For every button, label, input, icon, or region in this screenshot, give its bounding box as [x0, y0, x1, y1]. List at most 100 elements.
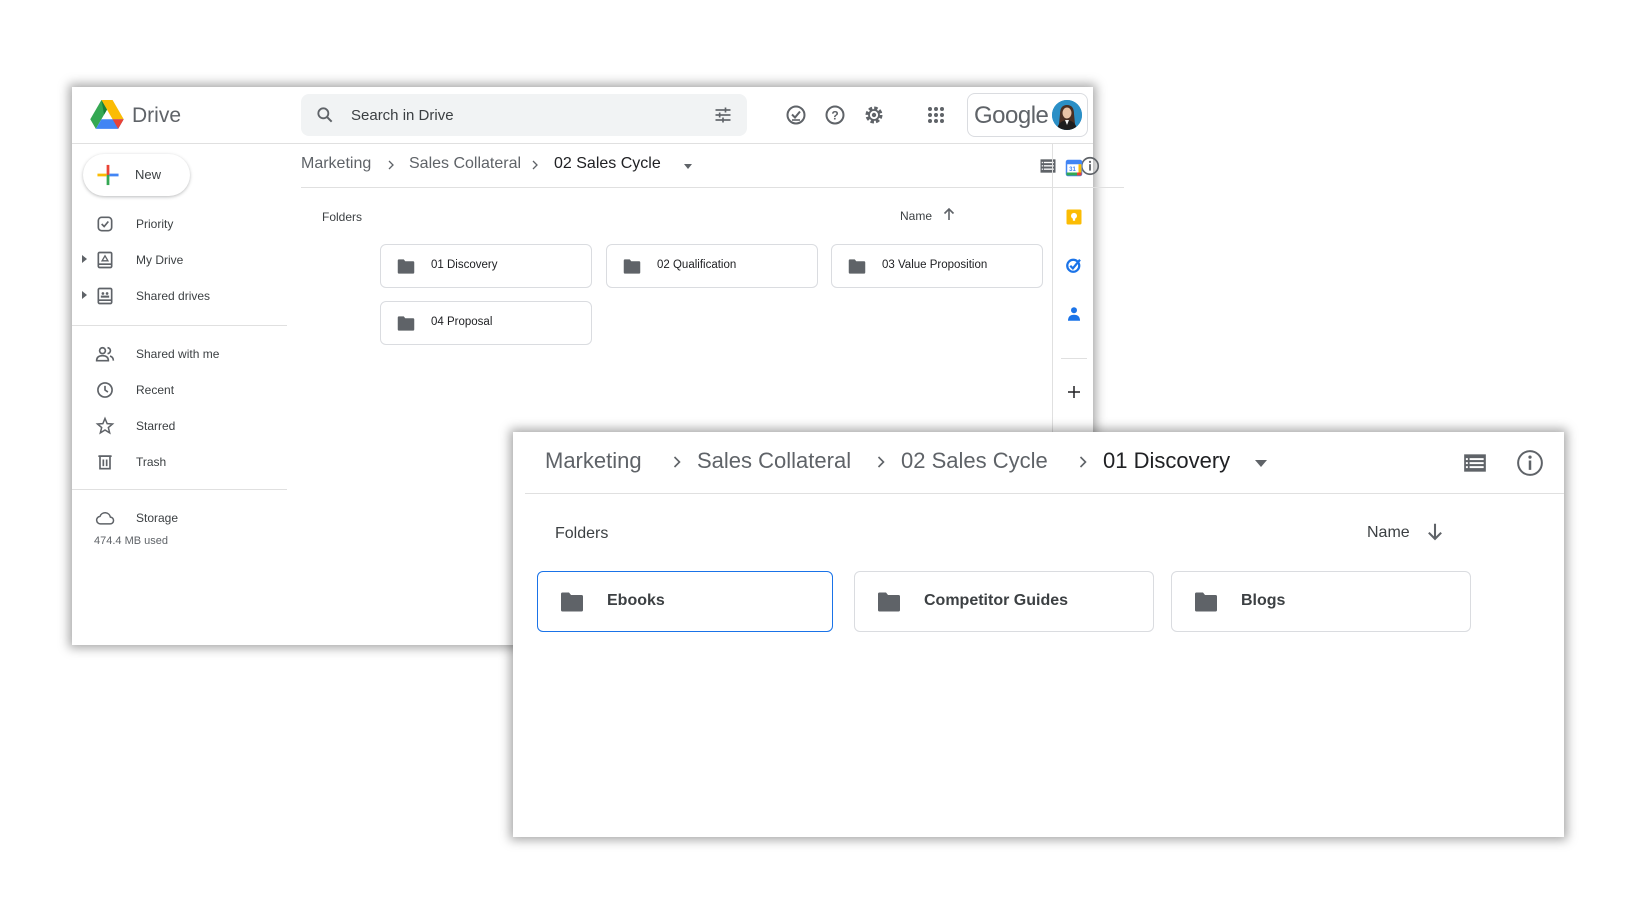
breadcrumb-item[interactable]: Marketing — [301, 155, 371, 173]
new-button[interactable]: New — [83, 154, 190, 196]
folder-name: 03 Value Proposition — [882, 259, 988, 271]
help-icon[interactable]: ? — [823, 103, 847, 127]
arrow-down-icon[interactable] — [1424, 521, 1446, 543]
breadcrumb-item[interactable]: Marketing — [545, 448, 642, 474]
sidebar-item-label: Storage — [136, 511, 179, 525]
section-label-folders: Folders — [555, 525, 609, 542]
avatar-image — [1052, 100, 1082, 130]
folder-icon — [623, 259, 641, 274]
keep-icon[interactable] — [1065, 208, 1083, 226]
apps-grid-icon[interactable] — [924, 103, 948, 127]
sort-by-name-button[interactable]: Name — [1367, 524, 1410, 542]
folder-card[interactable]: 02 Qualification — [606, 244, 818, 288]
cloud-icon — [95, 512, 115, 525]
star-icon — [95, 416, 115, 435]
side-panel-divider — [1061, 358, 1087, 359]
sidebar-item-label: Shared with me — [136, 347, 220, 361]
top-bar: Drive Search in Drive ? Google — [72, 87, 1093, 144]
sidebar-item-label: My Drive — [136, 253, 184, 267]
sidebar-item-label: Recent — [136, 383, 175, 397]
folder-menu-dropdown-icon[interactable] — [684, 164, 692, 169]
storage-used-text: 474.4 MB used — [94, 535, 168, 547]
info-icon[interactable] — [1515, 448, 1545, 478]
sidebar-item-label: Trash — [136, 455, 167, 469]
folder-name: Ebooks — [607, 592, 665, 609]
sidebar-item-shared-drives[interactable]: Shared drives — [72, 279, 287, 313]
search-icon — [317, 107, 333, 123]
new-button-label: New — [135, 167, 162, 182]
trash-icon — [98, 455, 112, 470]
folder-icon — [878, 592, 900, 612]
breadcrumb-item[interactable]: Sales Collateral — [409, 155, 521, 173]
folder-icon — [848, 259, 866, 274]
sort-by-name-button[interactable]: Name — [900, 209, 932, 223]
folder-name: 04 Proposal — [431, 316, 493, 328]
clock-icon — [97, 382, 113, 398]
my-drive-icon — [97, 251, 113, 269]
contacts-icon[interactable] — [1065, 305, 1083, 323]
chevron-right-icon — [388, 160, 394, 170]
breadcrumb-current[interactable]: 01 Discovery — [1103, 448, 1230, 474]
folder-name: 02 Qualification — [657, 259, 737, 271]
folder-icon — [1195, 592, 1217, 612]
sidebar-item-my-drive[interactable]: My Drive — [72, 243, 287, 277]
folder-card[interactable]: 03 Value Proposition — [831, 244, 1043, 288]
breadcrumb-item[interactable]: 02 Sales Cycle — [901, 448, 1048, 474]
search-input[interactable]: Search in Drive — [351, 107, 454, 124]
folder-icon — [561, 592, 583, 612]
sidebar: New Priority My Drive Shared drives Shar… — [72, 144, 287, 644]
shared-drives-icon — [97, 287, 113, 305]
folder-card[interactable]: Blogs — [1171, 571, 1471, 632]
account-button[interactable]: Google — [967, 93, 1088, 137]
settings-icon[interactable] — [862, 103, 886, 127]
search-options-icon[interactable] — [713, 105, 733, 125]
folder-name: Competitor Guides — [924, 592, 1069, 609]
sidebar-item-label: Starred — [136, 419, 176, 433]
sidebar-item-starred[interactable]: Starred — [72, 409, 287, 443]
breadcrumb: Marketing Sales Collateral 02 Sales Cycl… — [301, 144, 1124, 188]
calendar-icon[interactable]: 31 — [1065, 159, 1083, 177]
expand-arrow-icon[interactable] — [82, 255, 87, 263]
app-name: Drive — [132, 104, 182, 127]
sidebar-item-trash[interactable]: Trash — [72, 445, 287, 479]
list-view-icon[interactable] — [1462, 450, 1488, 476]
chevron-right-icon — [877, 456, 885, 468]
shared-with-me-icon — [95, 346, 115, 362]
breadcrumb-current[interactable]: 02 Sales Cycle — [554, 155, 661, 173]
expand-arrow-icon[interactable] — [82, 291, 87, 299]
search-bar[interactable]: Search in Drive — [301, 94, 747, 136]
folder-card[interactable]: 04 Proposal — [380, 301, 592, 345]
chevron-right-icon — [1079, 456, 1087, 468]
sidebar-item-storage[interactable]: Storage — [72, 501, 287, 535]
breadcrumb-item[interactable]: Sales Collateral — [697, 448, 851, 474]
sidebar-item-priority[interactable]: Priority — [72, 207, 287, 241]
sidebar-item-label: Priority — [136, 217, 174, 231]
add-addon-icon[interactable] — [1065, 383, 1083, 401]
folder-card[interactable]: 01 Discovery — [380, 244, 592, 288]
drive-window-zoomed: Marketing Sales Collateral 02 Sales Cycl… — [513, 432, 1564, 837]
priority-icon — [97, 216, 113, 232]
google-wordmark: Google — [974, 102, 1049, 129]
sidebar-item-shared-with-me[interactable]: Shared with me — [72, 337, 287, 371]
avatar[interactable] — [1052, 100, 1082, 130]
breadcrumb: Marketing Sales Collateral 02 Sales Cycl… — [525, 432, 1564, 494]
chevron-right-icon — [532, 160, 538, 170]
plus-icon — [97, 164, 119, 186]
arrow-up-icon[interactable] — [941, 206, 957, 222]
folder-card[interactable]: Competitor Guides — [854, 571, 1154, 632]
sidebar-divider — [72, 325, 287, 326]
folder-card-selected[interactable]: Ebooks — [537, 571, 833, 632]
sidebar-item-recent[interactable]: Recent — [72, 373, 287, 407]
tasks-icon[interactable] — [1065, 256, 1083, 274]
folder-menu-dropdown-icon[interactable] — [1255, 460, 1267, 467]
section-label-folders: Folders — [322, 210, 363, 224]
svg-text:?: ? — [831, 109, 838, 123]
ready-for-offline-icon[interactable] — [784, 103, 808, 127]
folder-name: 01 Discovery — [431, 259, 498, 271]
folder-icon — [397, 316, 415, 331]
svg-text:31: 31 — [1069, 167, 1076, 173]
chevron-right-icon — [673, 456, 681, 468]
folder-name: Blogs — [1241, 592, 1286, 609]
sidebar-item-label: Shared drives — [136, 289, 211, 303]
drive-logo-icon — [90, 100, 124, 129]
